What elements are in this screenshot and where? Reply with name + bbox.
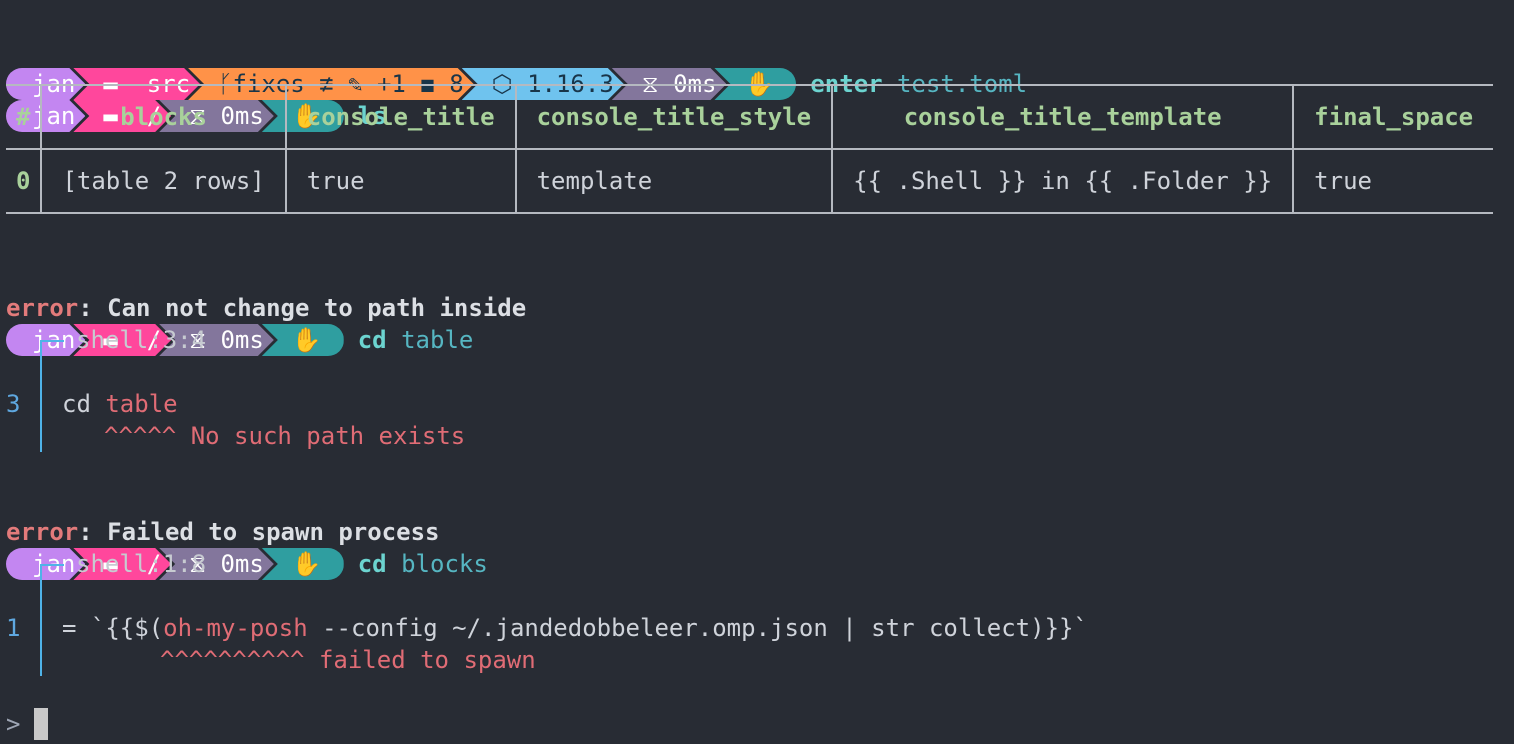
table-cell: 0	[6, 149, 43, 213]
error-label: error	[6, 518, 79, 546]
command-keyword: cd	[357, 550, 387, 578]
table-cell: true	[284, 149, 517, 213]
prompt-line-4: jan ▬ / ⧖ 0ms ✋ cd blocks	[6, 484, 488, 580]
error-annotation: ^^^^^ No such path exists	[104, 420, 465, 452]
shell-icon: ✋	[291, 326, 322, 354]
table-header-cell: console_title_template	[831, 85, 1295, 149]
error-message: : Failed to spawn process	[78, 518, 440, 546]
command: cd blocks	[358, 548, 488, 580]
code-highlight: table	[105, 390, 178, 418]
source-code-line: = `{{$(oh-my-posh --config ~/.jandedobbe…	[62, 612, 1088, 644]
table-row: 0 [table 2 rows] true template {{ .Shell…	[6, 149, 1494, 213]
code-text: cd	[62, 390, 106, 418]
error-annotation: ^^^^^^^^^^ failed to spawn	[160, 644, 536, 676]
error-heading-2: error: Failed to spawn process	[6, 516, 439, 548]
gutter-line	[40, 564, 42, 676]
command-keyword: cd	[357, 326, 387, 354]
shell-segment: ✋	[261, 548, 344, 580]
table-header-cell: console_title	[284, 85, 517, 149]
error-location: shell:3:4	[76, 326, 207, 354]
error-hint: failed to spawn	[304, 646, 536, 674]
line-number: 1	[6, 614, 21, 642]
shell-segment: ✋	[261, 324, 344, 356]
source-code-line: cd table	[62, 388, 178, 420]
table-header-cell: blocks	[40, 85, 287, 149]
table-header-cell: #	[6, 85, 43, 149]
table-cell: template	[514, 149, 834, 213]
gutter-top	[40, 564, 64, 566]
code-highlight: oh-my-posh	[163, 614, 308, 642]
table-header-row: # blocks console_title console_title_sty…	[6, 85, 1494, 149]
table-header-cell: final_space	[1292, 85, 1494, 149]
error-message: : Can not change to path inside	[78, 294, 527, 322]
exec-time: 0ms	[220, 550, 264, 578]
input-prompt-symbol: >	[6, 710, 21, 738]
gutter-top	[40, 340, 64, 342]
code-text: = `{{$(	[62, 614, 164, 642]
exec-time: 0ms	[220, 326, 264, 354]
table-header-cell: console_title_style	[514, 85, 834, 149]
error-label: error	[6, 294, 79, 322]
error-location: shell:1:8	[76, 550, 207, 578]
command-argument: blocks	[401, 550, 488, 578]
line-number: 3	[6, 390, 21, 418]
shell-icon: ✋	[291, 550, 322, 578]
error-heading-1: error: Can not change to path inside	[6, 292, 526, 324]
command: cd table	[358, 324, 474, 356]
caret-marker: ^^^^^	[104, 422, 177, 450]
table-cell: {{ .Shell }} in {{ .Folder }}	[831, 149, 1295, 213]
gutter-line	[40, 340, 42, 452]
error-hint: No such path exists	[176, 422, 466, 450]
table-cell: [table 2 rows]	[40, 149, 287, 213]
text-cursor[interactable]	[34, 708, 48, 740]
ls-output-table: # blocks console_title console_title_sty…	[6, 84, 1494, 214]
prompt-line-1: jan ▬ src ᚴfixes ≢ ✎ +1 ◼ 8 ⬡ 1.16.3 ⧖ 0…	[6, 4, 1027, 100]
prompt-line-3: jan ▬ / ⧖ 0ms ✋ cd table	[6, 260, 473, 356]
table-cell: true	[1292, 149, 1494, 213]
code-text: --config ~/.jandedobbeleer.omp.json | st…	[307, 614, 1088, 642]
caret-marker: ^^^^^^^^^^	[160, 646, 305, 674]
prompt-line-2: jan ▬ / ⧖ 0ms ✋ ls	[6, 36, 387, 132]
command-argument: table	[401, 326, 474, 354]
